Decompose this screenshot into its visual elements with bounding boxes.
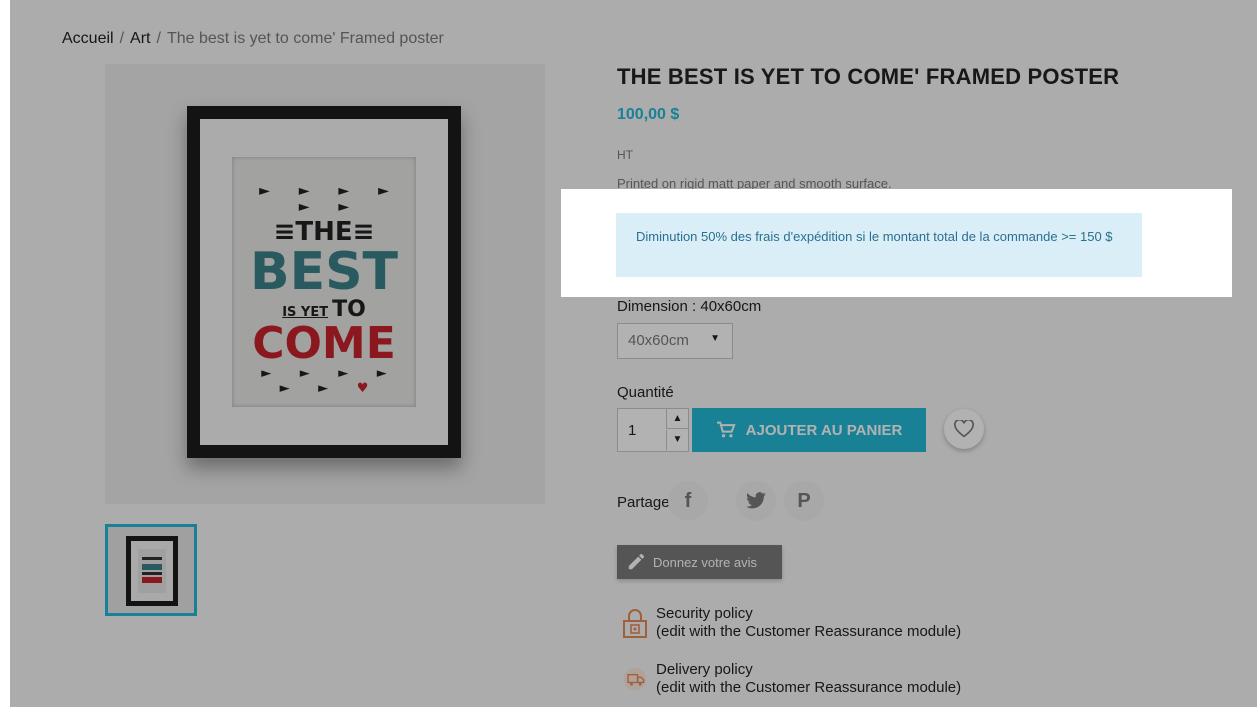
product-page: Accueil / Art / The best is yet to come' Fra… [10, 0, 1257, 707]
modal-backdrop[interactable] [10, 0, 1257, 707]
shipping-discount-alert: Diminution 50% des frais d'expédition si… [616, 213, 1142, 277]
highlighted-promo-section: Diminution 50% des frais d'expédition si… [561, 189, 1232, 297]
